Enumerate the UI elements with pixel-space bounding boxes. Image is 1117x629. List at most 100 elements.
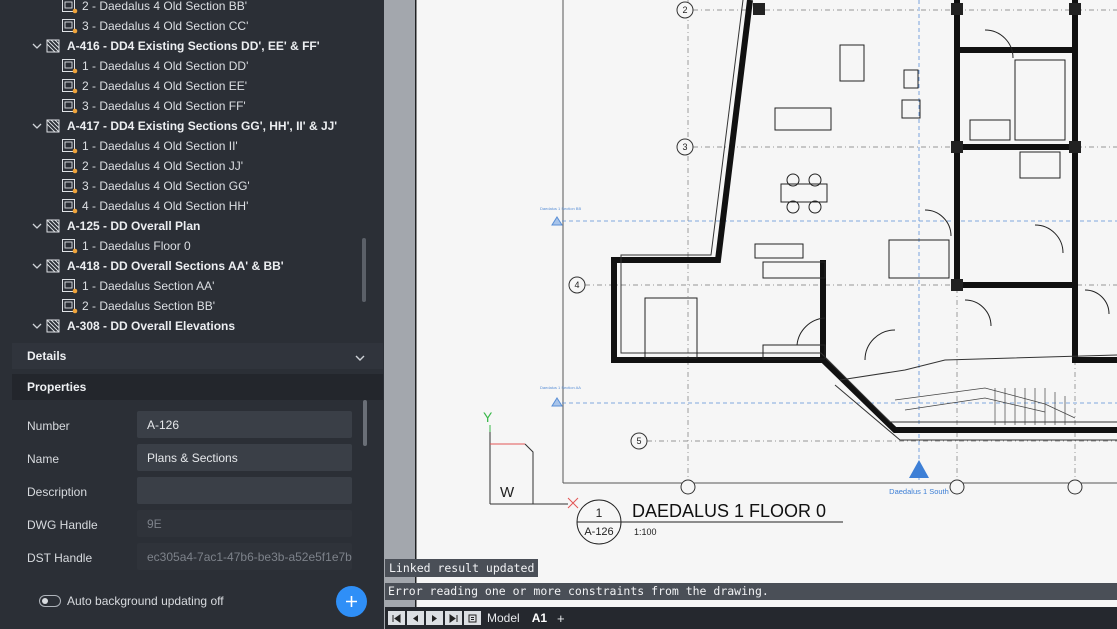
previous-icon [413,614,418,622]
view-icon [62,19,78,34]
project-browser-panel: 2 - Daedalus 4 Old Section BB' 3 - Daedal… [0,0,384,629]
plus-icon [346,596,357,607]
properties-scrollbar-thumb[interactable] [363,400,367,446]
tab-a1[interactable]: A1 [526,611,553,625]
auto-background-toggle[interactable] [39,595,61,607]
chevron-down-icon[interactable] [30,116,44,136]
name-label: Name [27,452,60,466]
properties-section-header: Properties [12,374,383,400]
tree-sheet-item[interactable]: A-418 - DD Overall Sections AA' & BB' [30,256,284,276]
name-field[interactable]: Plans & Sections [137,444,352,471]
tree-view-item[interactable]: 1 - Daedalus Floor 0 [61,236,191,256]
tree-sheet-item[interactable]: A-416 - DD4 Existing Sections DD', EE' &… [30,36,320,56]
sheet-icon [46,39,60,53]
tree-view-item[interactable]: 3 - Daedalus 4 Old Section CC' [61,16,248,36]
tree-view-item[interactable]: 4 - Daedalus 4 Old Section HH' [61,196,248,216]
tree-item-label: A-417 - DD4 Existing Sections GG', HH', … [67,119,338,133]
view-icon [62,179,78,194]
view-icon [62,99,78,114]
tree-sheet-item[interactable]: A-308 - DD Overall Elevations [30,316,235,336]
chevron-down-icon[interactable] [355,351,365,365]
first-tab-button[interactable] [388,611,405,625]
tree-item-label: 1 - Daedalus Section AA' [82,279,215,293]
ucs-y-label: Y [483,409,493,425]
last-tab-button[interactable] [445,611,462,625]
command-message-linked: Linked result updated [385,559,539,577]
tree-item-label: 3 - Daedalus 4 Old Section FF' [82,99,246,113]
tree-item-label: 2 - Daedalus 4 Old Section EE' [82,79,248,93]
tree-view-item[interactable]: 1 - Daedalus 4 Old Section DD' [61,56,248,76]
dwg-handle-label: DWG Handle [27,518,98,532]
tree-view-item[interactable]: 2 - Daedalus 4 Old Section JJ' [61,156,243,176]
add-layout-button[interactable]: + [553,611,569,626]
sheet-icon [46,219,60,233]
auto-background-toggle-row[interactable]: Auto background updating off [39,594,224,608]
add-button[interactable] [336,586,367,617]
tree-item-label: 1 - Daedalus Floor 0 [82,239,191,253]
view-icon [62,299,78,314]
dwg-handle-field: 9E [137,510,352,537]
tree-item-label: 4 - Daedalus 4 Old Section HH' [82,199,249,213]
tree-view-item[interactable]: 2 - Daedalus 4 Old Section EE' [61,76,247,96]
layout-tab-bar: Model A1 + [385,607,1117,629]
view-icon [62,279,78,294]
view-number: 1 [596,506,603,520]
tree-view-item[interactable]: 1 - Daedalus 4 Old Section II' [61,136,238,156]
tree-item-label: A-418 - DD Overall Sections AA' & BB' [67,259,284,273]
tree-view-item[interactable]: 3 - Daedalus 4 Old Section FF' [61,96,246,116]
view-icon [62,79,78,94]
view-sheet-number: A-126 [584,526,613,538]
tree-item-label: A-308 - DD Overall Elevations [67,319,236,333]
tree-view-item[interactable]: 1 - Daedalus Section AA' [61,276,214,296]
skip-last-icon [449,613,458,623]
next-tab-button[interactable] [426,611,443,625]
dst-handle-label: DST Handle [27,551,93,565]
tree-scrollbar-thumb[interactable] [362,238,366,302]
section-marker-label: Daedalus 1 South [889,487,949,496]
view-icon [62,159,78,174]
tree-view-item[interactable]: 2 - Daedalus Section BB' [61,296,215,316]
previous-tab-button[interactable] [407,611,424,625]
tree-sheet-item[interactable]: A-125 - DD Overall Plan [30,216,200,236]
tree-view-item[interactable]: 3 - Daedalus 4 Old Section GG' [61,176,250,196]
command-message-error: Error reading one or more constraints fr… [385,583,1117,600]
sheet-tree: 2 - Daedalus 4 Old Section BB' 3 - Daedal… [12,0,368,342]
sheet-icon [46,119,60,133]
view-icon [62,59,78,74]
description-label: Description [27,485,88,499]
number-field[interactable]: A-126 [137,411,352,438]
dst-handle-field: ec305a4-7ac1-47b6-be3b-a52e5f1e7ba1 [137,543,352,570]
grid-marker-3: 3 [682,142,687,152]
view-icon [62,0,78,14]
tab-model[interactable]: Model [481,611,526,625]
tree-item-label: 3 - Daedalus 4 Old Section GG' [82,179,250,193]
chevron-down-icon[interactable] [30,36,44,56]
tree-sheet-item[interactable]: A-417 - DD4 Existing Sections GG', HH', … [30,116,337,136]
ucs-w-label: W [500,484,515,501]
tree-item-label: 2 - Daedalus 4 Old Section JJ' [82,159,244,173]
details-header-label: Details [27,349,67,363]
grid-marker-5: 5 [636,436,641,446]
tab-list-button[interactable] [464,611,481,625]
chevron-down-icon[interactable] [30,256,44,276]
view-icon [62,199,78,214]
view-icon [62,139,78,154]
details-section-header[interactable]: Details [12,343,383,369]
chevron-down-icon[interactable] [30,216,44,236]
description-field[interactable] [137,477,352,504]
tree-view-item[interactable]: 2 - Daedalus 4 Old Section BB' [61,0,247,16]
view-icon [62,239,78,254]
tree-item-label: A-416 - DD4 Existing Sections DD', EE' &… [67,39,320,53]
section-label-bb: Daedalus 1 Section BB [540,206,581,211]
drawing-viewport[interactable]: 2 3 4 5 Daedalus 1 Section BB Daedalus 1… [385,0,1117,629]
list-icon [468,614,477,622]
sheet-icon [46,319,60,333]
chevron-down-icon[interactable] [30,316,44,336]
tree-item-label: 1 - Daedalus 4 Old Section DD' [82,59,249,73]
view-scale: 1:100 [634,527,657,537]
properties-header-label: Properties [27,380,87,394]
view-title: DAEDALUS 1 FLOOR 0 [632,501,826,521]
tree-item-label: 3 - Daedalus 4 Old Section CC' [82,19,249,33]
next-icon [432,614,437,622]
tree-item-label: 1 - Daedalus 4 Old Section II' [82,139,238,153]
